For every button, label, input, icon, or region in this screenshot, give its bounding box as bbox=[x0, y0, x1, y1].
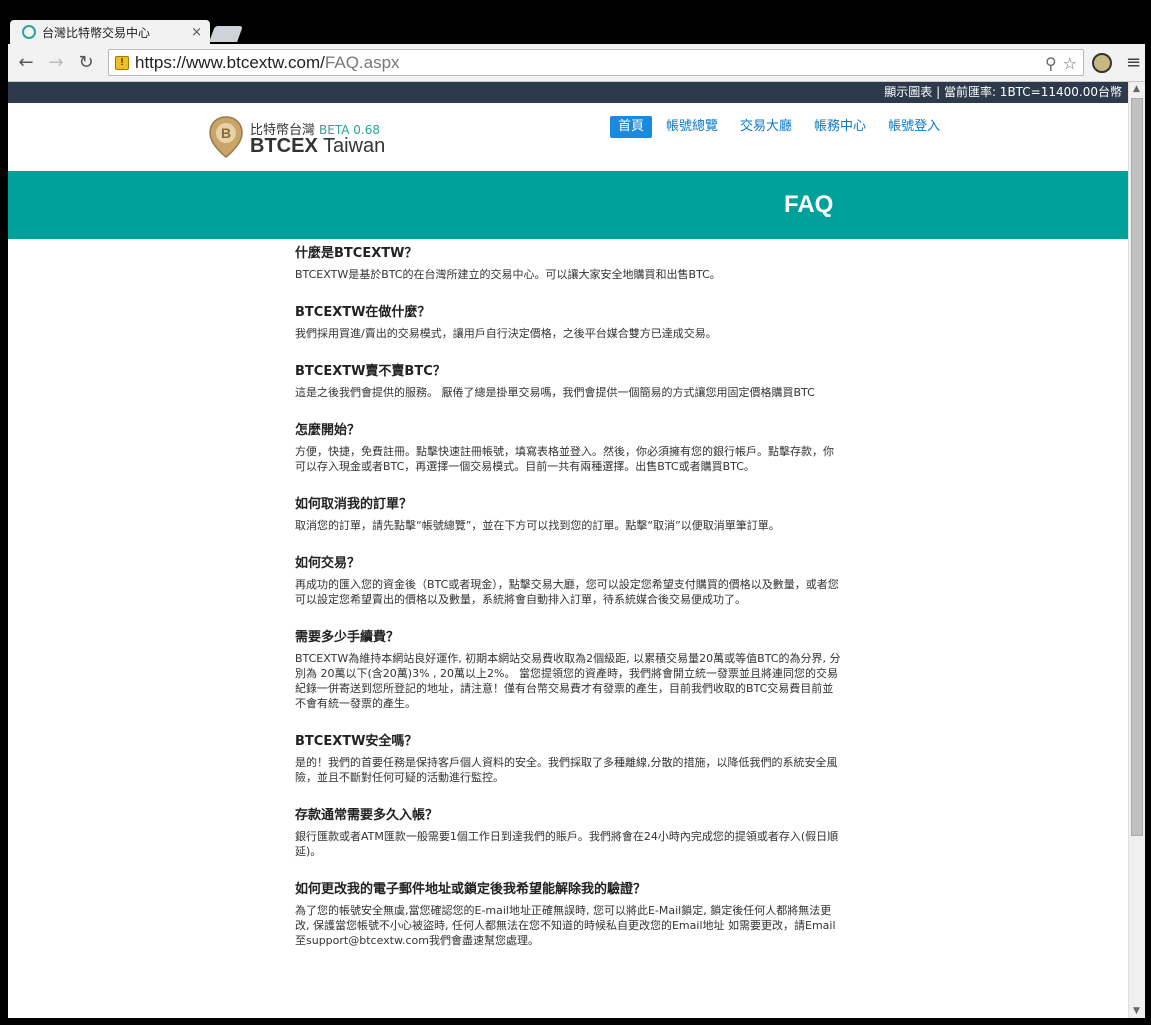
site-header: B 比特幣台灣 BETA 0.68 BTCEX Taiwan 首頁 帳號總覽 交易… bbox=[8, 103, 1128, 171]
nav-login[interactable]: 帳號登入 bbox=[880, 116, 948, 138]
tab-title: 台灣比特幣交易中心 bbox=[42, 25, 151, 40]
faq-question: 怎麼開始？ bbox=[295, 423, 361, 438]
tab-strip: 台灣比特幣交易中心 × bbox=[0, 0, 1151, 44]
tab-close-icon[interactable]: × bbox=[191, 25, 202, 40]
bookmark-star-icon[interactable]: ☆ bbox=[1063, 54, 1077, 73]
url-host: https://www.btcextw.com/ bbox=[135, 52, 325, 72]
scroll-up-arrow-icon[interactable]: ▲ bbox=[1133, 84, 1140, 94]
faq-item: 怎麼開始？ 方便，快捷，免費註冊。點擊快速註冊帳號，填寫表格並登入。然後，你必須… bbox=[295, 422, 843, 474]
faq-item: 什麼是BTCEXTW？ BTCEXTW是基於BTC的在台灣所建立的交易中心。可以… bbox=[295, 245, 843, 282]
faq-item: 如何取消我的訂單？ 取消您的訂單，請先點擊“帳號總覽”，並在下方可以找到您的訂單… bbox=[295, 496, 843, 533]
back-arrow-icon[interactable]: ← bbox=[16, 53, 36, 73]
faq-question: 什麼是BTCEXTW？ bbox=[295, 246, 418, 261]
faq-item: 如何交易？ 再成功的匯入您的資金後（BTC或者現金），點擊交易大廳，您可以設定您… bbox=[295, 555, 843, 607]
page-banner: FAQ bbox=[8, 171, 1128, 239]
faq-question: 如何取消我的訂單？ bbox=[295, 497, 413, 512]
main-nav: 首頁 帳號總覽 交易大廳 帳務中心 帳號登入 bbox=[610, 116, 948, 138]
faq-question: 存款通常需要多久入帳？ bbox=[295, 808, 439, 823]
bitcoin-pin-logo-icon: B bbox=[209, 116, 243, 158]
nav-trading-hall[interactable]: 交易大廳 bbox=[732, 116, 800, 138]
search-icon[interactable]: ⚲ bbox=[1045, 54, 1057, 73]
faq-question: 如何交易？ bbox=[295, 556, 361, 571]
faq-item: BTCEXTW賣不賣BTC？ 這是之後我們會提供的服務。 厭倦了總是掛單交易嗎，… bbox=[295, 363, 843, 400]
faq-question: BTCEXTW賣不賣BTC？ bbox=[295, 364, 446, 379]
faq-answer: 銀行匯款或者ATM匯款一般需要1個工作日到達我們的賬戶。我們將會在24小時內完成… bbox=[295, 830, 839, 858]
faq-answer: BTCEXTW是基於BTC的在台灣所建立的交易中心。可以讓大家安全地購買和出售B… bbox=[295, 268, 721, 281]
security-warning-icon[interactable]: ! bbox=[115, 55, 129, 70]
faq-item: 如何更改我的電子郵件地址或鎖定後我希望能解除我的驗證？ 為了您的帳號安全無虞,當… bbox=[295, 881, 843, 948]
faq-answer: 方便，快捷，免費註冊。點擊快速註冊帳號，填寫表格並登入。然後，你必須擁有您的銀行… bbox=[295, 445, 834, 473]
site-favicon-icon bbox=[22, 25, 36, 39]
faq-answer: BTCEXTW為維持本網站良好運作, 初期本網站交易費收取為2個級距, 以累積交… bbox=[295, 652, 841, 710]
page-title: FAQ bbox=[784, 191, 834, 218]
faq-answer: 取消您的訂單，請先點擊“帳號總覽”，並在下方可以找到您的訂單。點擊“取消”以便取… bbox=[295, 519, 780, 532]
faq-question: BTCEXTW安全嗎？ bbox=[295, 734, 418, 749]
url-path: FAQ.aspx bbox=[324, 52, 400, 72]
faq-item: BTCEXTW安全嗎？ 是的！我們的首要任務是保持客戶個人資料的安全。我們採取了… bbox=[295, 733, 843, 785]
faq-item: 存款通常需要多久入帳？ 銀行匯款或者ATM匯款一般需要1個工作日到達我們的賬戶。… bbox=[295, 807, 843, 859]
nav-account-center[interactable]: 帳務中心 bbox=[806, 116, 874, 138]
vertical-scrollbar[interactable]: ▲ ▼ bbox=[1128, 82, 1145, 1018]
nav-account-overview[interactable]: 帳號總覽 bbox=[658, 116, 726, 138]
faq-question: BTCEXTW在做什麼？ bbox=[295, 305, 431, 320]
faq-answer: 我們採用買進/賣出的交易模式，讓用戶自行決定價格，之後平台媒合雙方已達成交易。 bbox=[295, 327, 717, 340]
faq-answer: 為了您的帳號安全無虞,當您確認您的E-mail地址正確無誤時, 您可以將此E-M… bbox=[295, 904, 836, 947]
reload-icon[interactable]: ↻ bbox=[76, 53, 96, 73]
faq-question: 需要多少手續費？ bbox=[295, 630, 400, 645]
browser-window: 台灣比特幣交易中心 × ← → ↻ ! https://www.btcextw.… bbox=[0, 0, 1151, 1025]
faq-item: BTCEXTW在做什麼？ 我們採用買進/賣出的交易模式，讓用戶自行決定價格，之後… bbox=[295, 304, 843, 341]
faq-list: 什麼是BTCEXTW？ BTCEXTW是基於BTC的在台灣所建立的交易中心。可以… bbox=[295, 245, 843, 948]
browser-tab[interactable]: 台灣比特幣交易中心 × bbox=[10, 20, 210, 44]
page-viewport: 顯示圖表 | 當前匯率: 1BTC=11400.00台幣 B 比特幣台灣 BETA… bbox=[8, 82, 1145, 1018]
svg-text:B: B bbox=[221, 125, 231, 141]
menu-icon[interactable]: ≡ bbox=[1126, 52, 1141, 73]
faq-answer: 是的！我們的首要任務是保持客戶個人資料的安全。我們採取了多種離線,分散的措施，以… bbox=[295, 756, 838, 784]
browser-toolbar: ← → ↻ ! https://www.btcextw.com/FAQ.aspx… bbox=[8, 44, 1145, 82]
faq-answer: 再成功的匯入您的資金後（BTC或者現金），點擊交易大廳，您可以設定您希望支付購買… bbox=[295, 578, 839, 606]
scroll-down-arrow-icon[interactable]: ▼ bbox=[1133, 1006, 1140, 1016]
logo-taiwan-text: Taiwan bbox=[317, 135, 386, 157]
faq-question: 如何更改我的電子郵件地址或鎖定後我希望能解除我的驗證？ bbox=[295, 882, 647, 897]
nav-home[interactable]: 首頁 bbox=[610, 116, 653, 138]
extension-icon[interactable] bbox=[1092, 53, 1112, 73]
scrollbar-thumb[interactable] bbox=[1131, 98, 1143, 836]
logo-btcex-text: BTCEX bbox=[250, 135, 318, 157]
new-tab-button[interactable] bbox=[209, 26, 243, 42]
forward-arrow-icon[interactable]: → bbox=[46, 53, 66, 73]
site-logo[interactable]: B 比特幣台灣 BETA 0.68 BTCEX Taiwan bbox=[208, 111, 388, 163]
address-bar[interactable]: ! https://www.btcextw.com/FAQ.aspx ⚲ ☆ bbox=[108, 49, 1084, 76]
faq-item: 需要多少手續費？ BTCEXTW為維持本網站良好運作, 初期本網站交易費收取為2… bbox=[295, 629, 843, 711]
rate-bar: 顯示圖表 | 當前匯率: 1BTC=11400.00台幣 bbox=[8, 82, 1128, 103]
faq-answer: 這是之後我們會提供的服務。 厭倦了總是掛單交易嗎，我們會提供一個簡易的方式讓您用… bbox=[295, 386, 815, 399]
